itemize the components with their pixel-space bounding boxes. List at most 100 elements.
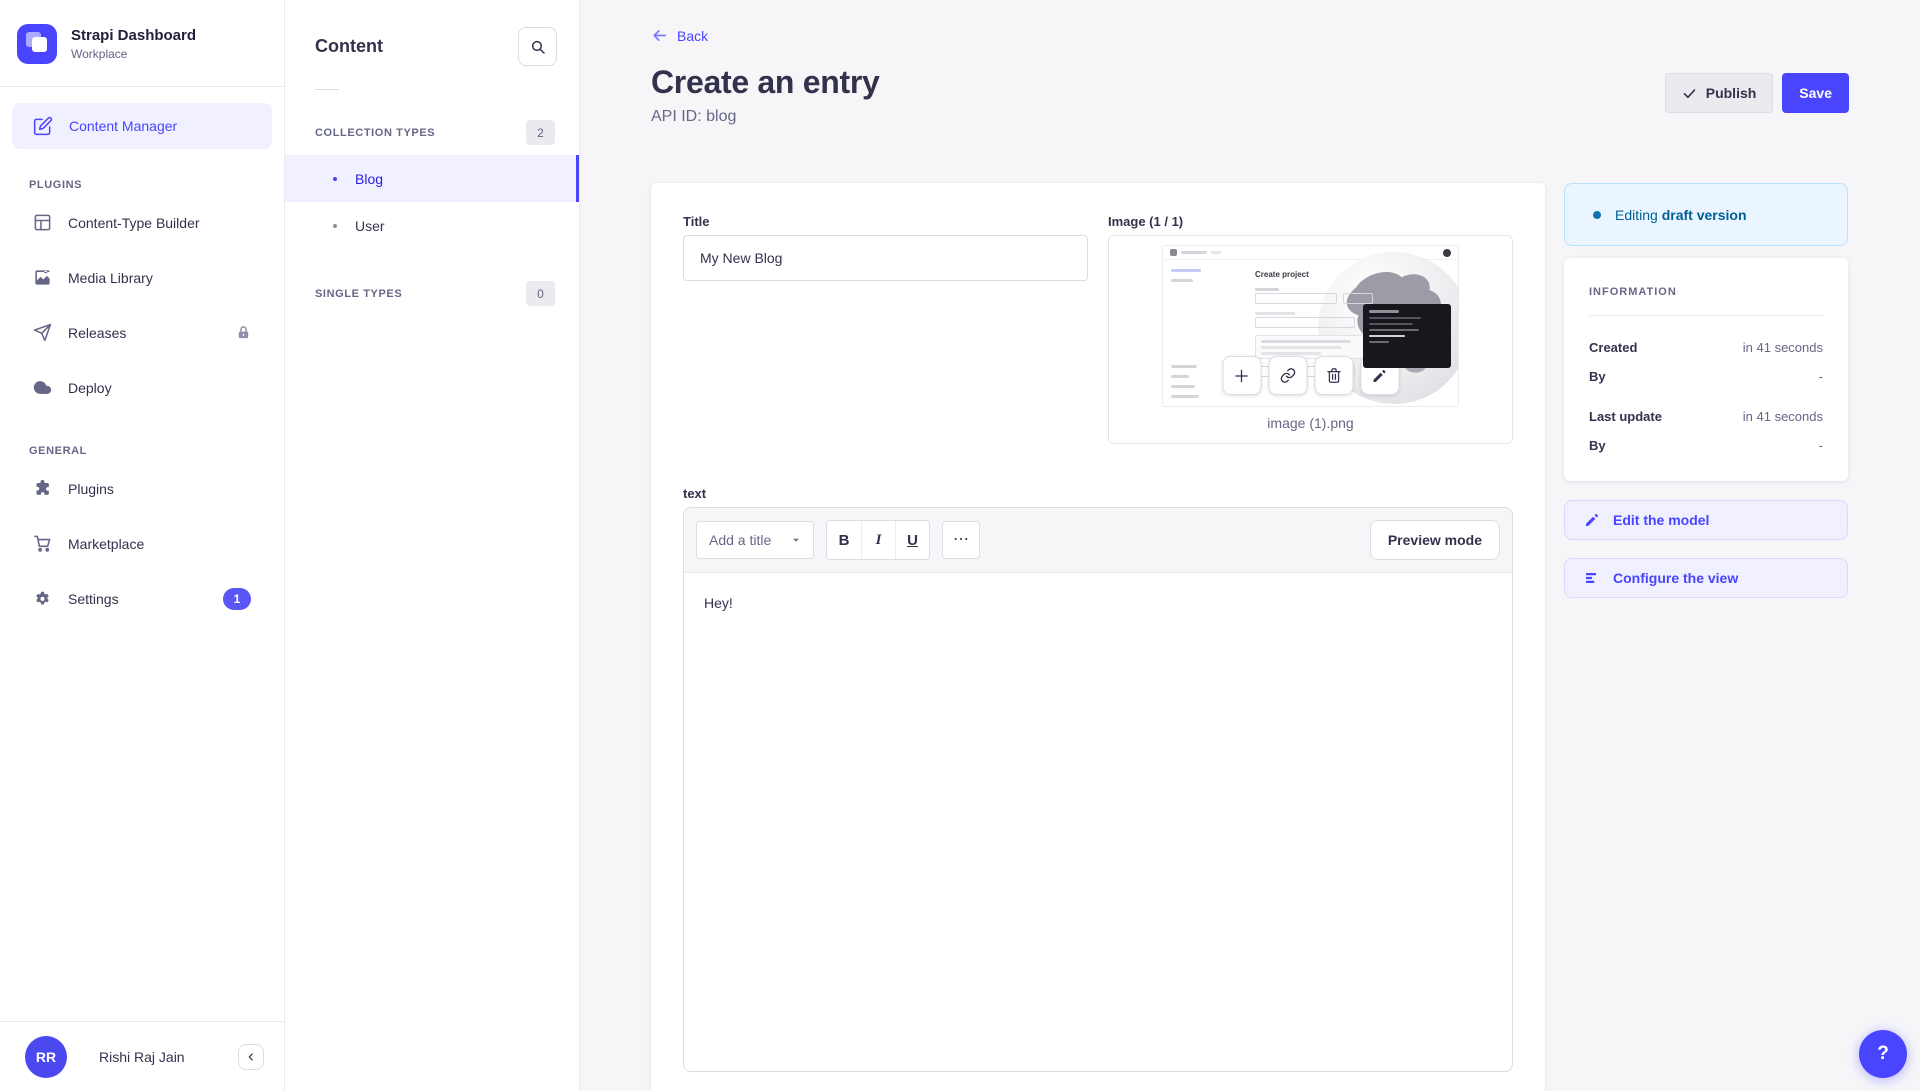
text-field: text Add a title B I U bbox=[683, 486, 1513, 1072]
sidebar-item-settings[interactable]: Settings 1 bbox=[12, 571, 272, 626]
user-name: Rishi Raj Jain bbox=[87, 1049, 218, 1065]
format-button-group: B I U bbox=[826, 520, 930, 560]
list-bars-icon bbox=[1584, 570, 1600, 586]
back-link[interactable]: Back bbox=[651, 27, 708, 44]
info-row-last-update: Last update in 41 seconds bbox=[1589, 409, 1823, 424]
delete-asset-button[interactable] bbox=[1314, 356, 1353, 395]
subnav-item-label: User bbox=[355, 218, 385, 234]
title-field-label: Title bbox=[683, 214, 1088, 229]
main-content: Back Create an entry API ID: blog Publis… bbox=[580, 0, 1920, 1091]
sidebar-item-content-type-builder[interactable]: Content-Type Builder bbox=[12, 195, 272, 250]
image-field: Image (1 / 1) bbox=[1108, 214, 1513, 444]
workspace-title: Strapi Dashboard bbox=[71, 27, 196, 46]
configure-view-label: Configure the view bbox=[1613, 570, 1738, 586]
draft-status-text: Editing draft version bbox=[1615, 207, 1747, 223]
image-asset-card[interactable]: Create project bbox=[1108, 235, 1513, 444]
info-row-created-by: By - bbox=[1589, 369, 1823, 384]
sidebar-item-label: Content-Type Builder bbox=[68, 215, 200, 231]
italic-button[interactable]: I bbox=[861, 521, 895, 559]
strapi-logo-icon bbox=[17, 24, 57, 64]
collection-types-label: COLLECTION TYPES bbox=[315, 127, 435, 139]
publish-label: Publish bbox=[1706, 85, 1757, 101]
sidebar-item-label: Releases bbox=[68, 325, 126, 341]
title-input[interactable] bbox=[683, 235, 1088, 281]
gear-icon bbox=[33, 589, 52, 608]
bullet-icon bbox=[333, 224, 337, 228]
sidebar-item-label: Content Manager bbox=[69, 118, 177, 134]
more-formats-button[interactable]: ⋯ bbox=[942, 521, 980, 559]
sidebar-item-label: Marketplace bbox=[68, 536, 144, 552]
user-avatar[interactable]: RR bbox=[25, 1036, 67, 1078]
information-card: INFORMATION Created in 41 seconds By - L… bbox=[1564, 258, 1848, 481]
edit-model-button[interactable]: Edit the model bbox=[1564, 500, 1848, 540]
puzzle-icon bbox=[33, 479, 52, 498]
draft-status-banner: Editing draft version bbox=[1564, 183, 1848, 246]
divider bbox=[1589, 315, 1823, 316]
help-button[interactable]: ? bbox=[1859, 1030, 1907, 1078]
subnav-title: Content bbox=[315, 36, 383, 57]
sidebar-user-footer: RR Rishi Raj Jain bbox=[0, 1021, 284, 1091]
sidebar-item-label: Settings bbox=[68, 591, 119, 607]
back-label: Back bbox=[677, 28, 708, 44]
publish-button[interactable]: Publish bbox=[1665, 73, 1774, 113]
pencil-icon bbox=[1372, 368, 1388, 384]
copy-link-button[interactable] bbox=[1268, 356, 1307, 395]
underline-button[interactable]: U bbox=[895, 521, 929, 559]
image-icon bbox=[33, 268, 52, 287]
sidebar-item-content-manager[interactable]: Content Manager bbox=[12, 103, 272, 149]
sidebar-item-releases[interactable]: Releases bbox=[12, 305, 272, 360]
sidebar-item-label: Deploy bbox=[68, 380, 112, 396]
editor-content[interactable]: Hey! bbox=[684, 573, 1512, 1036]
heading-select[interactable]: Add a title bbox=[696, 521, 814, 559]
plus-icon bbox=[1233, 367, 1251, 385]
sidebar-collapse-button[interactable] bbox=[238, 1044, 264, 1070]
cart-icon bbox=[33, 534, 52, 553]
save-button[interactable]: Save bbox=[1782, 73, 1849, 113]
sidebar-item-deploy[interactable]: Deploy bbox=[12, 360, 272, 415]
single-types-count-badge: 0 bbox=[526, 281, 555, 306]
content-subnav: Content COLLECTION TYPES 2 Blog User SIN… bbox=[285, 0, 580, 1091]
main-navigation: Content Manager PLUGINS Content-Type Bui… bbox=[0, 87, 284, 1021]
collection-types-count-badge: 2 bbox=[526, 120, 555, 145]
sidebar-item-label: Plugins bbox=[68, 481, 114, 497]
entry-side-panel: Editing draft version INFORMATION Create… bbox=[1564, 183, 1848, 598]
info-row-created: Created in 41 seconds bbox=[1589, 340, 1823, 355]
preview-mode-button[interactable]: Preview mode bbox=[1370, 520, 1500, 560]
edit-model-label: Edit the model bbox=[1613, 512, 1709, 528]
status-dot-icon bbox=[1593, 211, 1601, 219]
title-field: Title bbox=[683, 214, 1088, 444]
paper-plane-icon bbox=[33, 323, 52, 342]
workspace-subtitle: Workplace bbox=[71, 47, 196, 61]
pencil-icon bbox=[1584, 512, 1600, 528]
single-types-label: SINGLE TYPES bbox=[315, 288, 402, 300]
layout-icon bbox=[33, 213, 52, 232]
sidebar-item-marketplace[interactable]: Marketplace bbox=[12, 516, 272, 571]
image-filename: image (1).png bbox=[1267, 415, 1353, 431]
search-button[interactable] bbox=[518, 27, 557, 66]
cloud-icon bbox=[33, 378, 52, 397]
check-icon bbox=[1682, 86, 1697, 101]
plugins-section-label: PLUGINS bbox=[29, 179, 255, 191]
thumb-popup bbox=[1363, 304, 1451, 368]
thumb-heading: Create project bbox=[1255, 270, 1385, 279]
arrow-left-icon bbox=[651, 27, 668, 44]
configure-view-button[interactable]: Configure the view bbox=[1564, 558, 1848, 598]
bullet-icon bbox=[333, 177, 337, 181]
add-asset-button[interactable] bbox=[1222, 356, 1261, 395]
divider bbox=[315, 89, 339, 90]
bold-button[interactable]: B bbox=[827, 521, 861, 559]
sidebar-item-plugins[interactable]: Plugins bbox=[12, 461, 272, 516]
search-icon bbox=[530, 39, 546, 55]
rich-text-editor: Add a title B I U ⋯ Preview mode bbox=[683, 507, 1513, 1072]
lock-icon bbox=[236, 325, 251, 340]
thumb-logo-icon bbox=[1170, 249, 1177, 256]
pen-icon bbox=[33, 116, 53, 136]
entry-form-card: Title Image (1 / 1) bbox=[651, 183, 1545, 1091]
link-icon bbox=[1279, 367, 1296, 384]
sidebar-item-media-library[interactable]: Media Library bbox=[12, 250, 272, 305]
subnav-item-blog[interactable]: Blog bbox=[285, 155, 579, 202]
header-actions: Publish Save bbox=[1665, 73, 1849, 113]
workspace-brand: Strapi Dashboard Workplace bbox=[0, 0, 284, 86]
subnav-item-user[interactable]: User bbox=[285, 202, 579, 249]
main-sidebar: Strapi Dashboard Workplace Content Manag… bbox=[0, 0, 285, 1091]
